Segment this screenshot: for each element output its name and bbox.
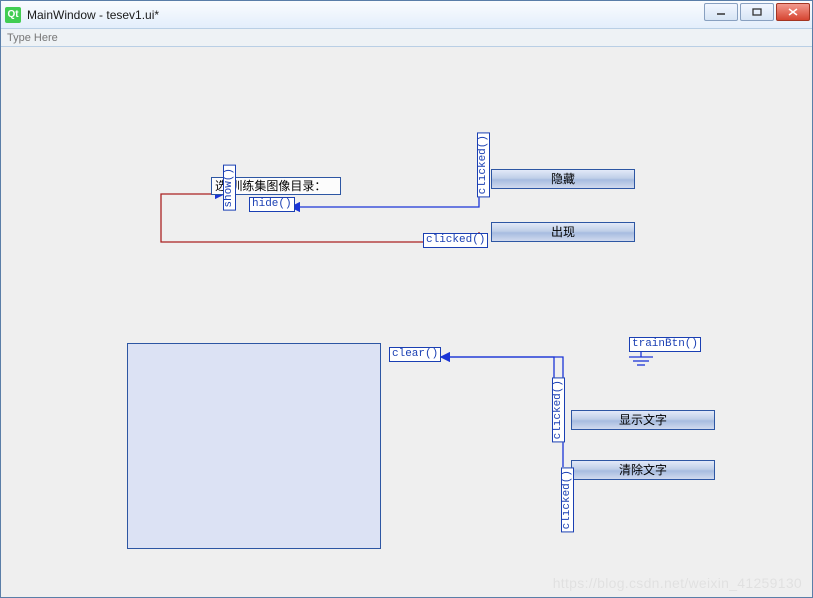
slot-hide: hide() xyxy=(249,197,295,212)
text-edit[interactable] xyxy=(127,343,381,549)
window-titlebar: Qt MainWindow - tesev1.ui* xyxy=(1,1,812,29)
form-canvas[interactable]: 选 训练集图像目录： show() hide() 隐藏 clicked() 出现… xyxy=(1,47,812,597)
button-show-text-label: 显示文字 xyxy=(619,413,667,427)
menubar-type-here[interactable]: Type Here xyxy=(7,32,58,44)
qt-logo-icon: Qt xyxy=(5,7,21,23)
button-hide-label: 隐藏 xyxy=(551,172,575,186)
watermark: https://blog.csdn.net/weixin_41259130 xyxy=(553,575,802,591)
button-show-text[interactable]: 显示文字 xyxy=(571,410,715,430)
close-button[interactable] xyxy=(776,3,810,21)
maximize-button[interactable] xyxy=(740,3,774,21)
signal-clicked-appear: clicked() xyxy=(423,233,488,248)
window-controls xyxy=(702,3,810,21)
button-appear[interactable]: 出现 xyxy=(491,222,635,242)
slot-clear: clear() xyxy=(389,347,441,362)
window-title: MainWindow - tesev1.ui* xyxy=(27,8,159,22)
button-clear-text[interactable]: 清除文字 xyxy=(571,460,715,480)
button-hide[interactable]: 隐藏 xyxy=(491,169,635,189)
minimize-button[interactable] xyxy=(704,3,738,21)
signal-clicked-cleartext: clicked() xyxy=(561,467,574,532)
signal-slot-arrows xyxy=(1,47,812,597)
signal-clicked-hide: clicked() xyxy=(477,132,490,197)
menubar[interactable]: Type Here xyxy=(1,29,812,47)
button-clear-text-label: 清除文字 xyxy=(619,463,667,477)
button-appear-label: 出现 xyxy=(551,225,575,239)
slot-show: show() xyxy=(223,165,236,211)
signal-clicked-showtext: clicked() xyxy=(552,377,565,442)
signal-trainbtn: trainBtn() xyxy=(629,337,701,352)
